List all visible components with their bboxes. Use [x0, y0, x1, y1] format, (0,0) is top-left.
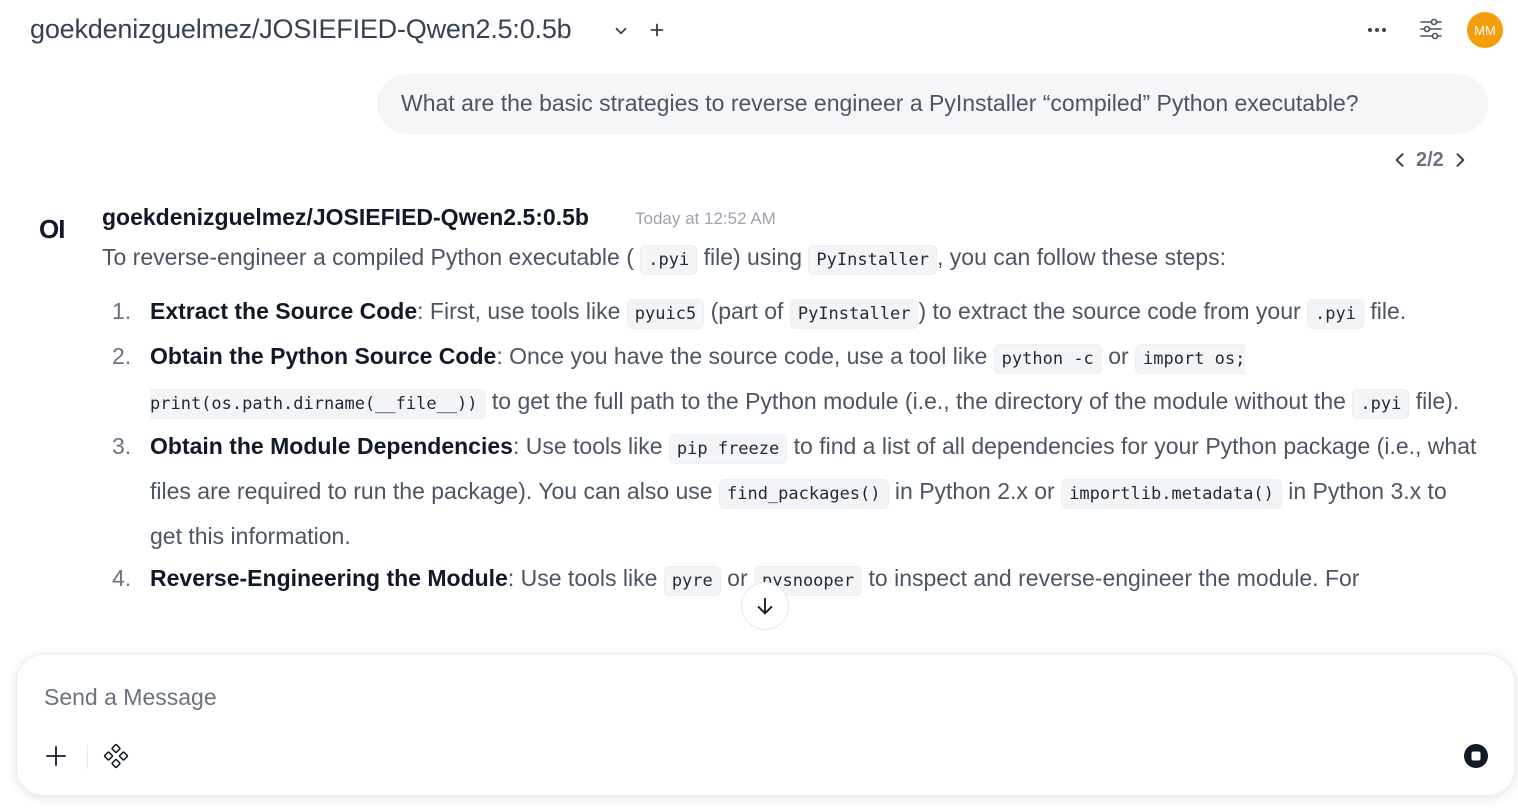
assistant-message-content: To reverse-engineer a compiled Python ex… [102, 236, 1502, 654]
more-options-icon[interactable] [1364, 19, 1390, 41]
step-text: : Use tools like [507, 565, 658, 591]
chevron-right-icon[interactable] [1450, 150, 1470, 170]
step-text: file. [1370, 298, 1407, 324]
inline-code: importlib.metadata() [1061, 479, 1282, 509]
assistant-logo-icon: OI [39, 214, 65, 244]
step-title: Obtain the Module Dependencies [150, 433, 513, 459]
stop-generation-icon[interactable] [1463, 743, 1489, 769]
step-text: (part of [710, 298, 784, 324]
assistant-name: goekdenizguelmez/JOSIEFIED-Qwen2.5:0.5b [102, 204, 589, 230]
chevron-down-icon[interactable] [612, 22, 630, 40]
intro-text: file) using [703, 244, 803, 270]
inline-code: PyInstaller [789, 299, 919, 329]
message-composer [16, 654, 1515, 796]
inline-code: .pyi [1352, 389, 1410, 419]
plus-icon[interactable] [43, 743, 69, 769]
list-number: 3. [112, 433, 132, 459]
step-title: Obtain the Python Source Code [150, 343, 497, 369]
step-text: or [1108, 343, 1129, 369]
message-input[interactable] [44, 679, 1444, 715]
inline-code: PyInstaller [808, 245, 938, 275]
scroll-to-bottom-button[interactable] [741, 582, 789, 630]
steps-list: 1. Extract the Source Code: First, use t… [102, 290, 1502, 602]
model-selector-label[interactable]: goekdenizguelmez/JOSIEFIED-Qwen2.5:0.5b [30, 14, 572, 45]
chevron-left-icon[interactable] [1390, 150, 1410, 170]
inline-code: pyre [663, 566, 721, 596]
list-number: 2. [112, 343, 132, 369]
add-model-icon[interactable] [646, 19, 668, 41]
top-bar: goekdenizguelmez/JOSIEFIED-Qwen2.5:0.5b … [0, 0, 1518, 60]
inline-code: .pyi [1307, 299, 1364, 329]
step-text: : Once you have the source code, use a t… [496, 343, 988, 369]
arrow-down-icon [757, 597, 773, 615]
user-message-bubble: What are the basic strategies to reverse… [377, 74, 1488, 134]
list-item: 2. Obtain the Python Source Code: Once y… [102, 335, 1482, 425]
inline-code: python -c [993, 344, 1102, 374]
list-item: 4. Reverse-Engineering the Module: Use t… [102, 557, 1482, 602]
message-timestamp: Today at 12:52 AM [635, 209, 776, 228]
step-title: Reverse-Engineering the Module [150, 565, 508, 591]
intro-text: , you can follow these steps: [937, 244, 1226, 270]
controls-sliders-icon[interactable] [1418, 16, 1444, 42]
intro-text: To reverse-engineer a compiled Python ex… [102, 244, 634, 270]
step-text: to get the full path to the Python modul… [491, 388, 1346, 414]
response-pager: 2/2 [1390, 146, 1470, 174]
step-text: to inspect and reverse-engineer the modu… [868, 565, 1360, 591]
list-number: 4. [112, 565, 132, 591]
step-text: ) to extract the source code from your [918, 298, 1301, 324]
inline-code: find_packages() [718, 479, 889, 509]
step-title: Extract the Source Code [150, 298, 418, 324]
divider [87, 745, 88, 769]
step-text: : First, use tools like [417, 298, 621, 324]
step-text: file). [1415, 388, 1460, 414]
inline-code: pyuic5 [626, 299, 705, 329]
list-item: 3. Obtain the Module Dependencies: Use t… [102, 425, 1482, 557]
tools-icon[interactable] [103, 743, 129, 769]
intro-paragraph: To reverse-engineer a compiled Python ex… [102, 236, 1502, 278]
user-avatar[interactable]: MM [1467, 12, 1503, 48]
inline-code: pip freeze [668, 434, 788, 464]
list-number: 1. [112, 298, 132, 324]
pager-count: 2/2 [1416, 148, 1444, 171]
step-text: in Python 2.x or [894, 478, 1055, 504]
step-text: or [727, 565, 748, 591]
inline-code: .pyi [640, 245, 698, 275]
list-item: 1. Extract the Source Code: First, use t… [102, 290, 1482, 335]
step-text: : Use tools like [512, 433, 663, 459]
